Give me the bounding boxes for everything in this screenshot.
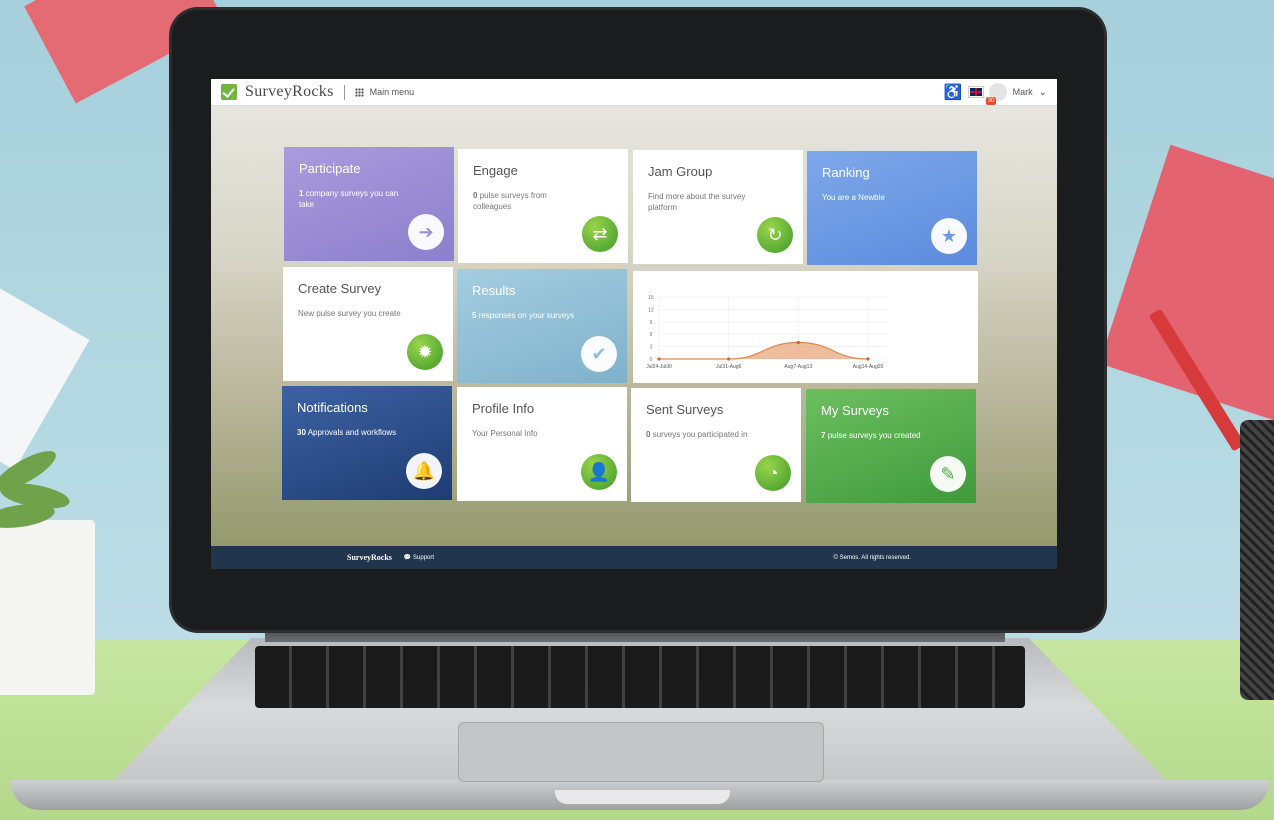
tile-description: Find more about the survey platform xyxy=(648,192,746,212)
tile-title: Ranking xyxy=(822,165,870,180)
create-survey-tile[interactable]: Create Survey New pulse survey you creat… xyxy=(283,267,453,381)
copyright: © Semos. All rights reserved. xyxy=(833,554,911,561)
data-point[interactable] xyxy=(796,340,800,345)
clock-icon[interactable]: ◔ xyxy=(755,455,791,491)
tile-count: 30 xyxy=(297,428,306,437)
profile-info-tile[interactable]: Profile Info Your Personal Info 👤 xyxy=(457,387,627,501)
results-tile[interactable]: Results 5 responses on your surveys ✔ xyxy=(457,269,627,383)
ranking-tile[interactable]: Ranking You are a Newbie ★ xyxy=(807,151,977,265)
cycle-icon[interactable]: ↻ xyxy=(757,217,793,253)
exchange-arrows-icon[interactable]: ⇄ xyxy=(582,216,618,252)
tile-title: Create Survey xyxy=(298,281,382,296)
tile-count: 5 xyxy=(472,311,477,320)
tile-description: 7 pulse surveys you created xyxy=(821,430,931,441)
x-tick-label: Aug14-Aug20 xyxy=(853,364,884,370)
trackpad xyxy=(458,722,824,782)
divider xyxy=(343,84,345,100)
tile-description: 30 Approvals and workflows xyxy=(297,427,407,438)
participate-tile[interactable]: Participate 1 company surveys you can ta… xyxy=(284,147,454,261)
main-menu-link[interactable]: Main menu xyxy=(370,87,415,97)
avatar[interactable]: 30 xyxy=(985,83,1007,105)
app-screen: SurveyRocks Main menu ♿ 30 Mark ⌄ Partic… xyxy=(211,79,1057,569)
tile-title: Results xyxy=(472,283,516,298)
bell-icon[interactable]: 🔔 xyxy=(406,453,442,489)
checkbox-logo-icon[interactable] xyxy=(221,84,237,100)
support-link[interactable]: 💬 Support xyxy=(404,554,434,561)
tile-title: Profile Info xyxy=(472,401,535,416)
notifications-tile[interactable]: Notifications 30 Approvals and workflows… xyxy=(282,386,452,500)
tile-text: responses on your surveys xyxy=(478,311,575,320)
plant-pot xyxy=(0,520,95,695)
data-point[interactable] xyxy=(727,357,731,361)
top-navbar: SurveyRocks Main menu ♿ 30 Mark ⌄ xyxy=(211,79,1057,106)
y-tick-label: 15 xyxy=(648,295,654,301)
tile-count: 0 xyxy=(646,430,651,439)
data-point[interactable] xyxy=(866,357,870,361)
tile-count: 1 xyxy=(299,189,304,198)
uk-flag-icon[interactable] xyxy=(967,86,984,98)
checkmark-icon[interactable]: ✔ xyxy=(581,336,617,372)
tile-title: Jam Group xyxy=(648,164,713,179)
user-name[interactable]: Mark xyxy=(1013,87,1033,97)
keyboard xyxy=(255,646,1025,708)
brand-name[interactable]: SurveyRocks xyxy=(245,83,334,101)
accessibility-icon[interactable]: ♿ xyxy=(944,83,963,101)
notification-badge: 30 xyxy=(985,97,997,105)
user-icon[interactable]: 👤 xyxy=(581,454,617,490)
y-tick-label: 6 xyxy=(650,332,653,338)
tile-count: 0 xyxy=(473,191,478,200)
laptop-notch xyxy=(555,790,730,804)
support-label: Support xyxy=(413,555,435,561)
sent-surveys-tile[interactable]: Sent Surveys 0 surveys you participated … xyxy=(631,388,801,502)
y-tick-label: 0 xyxy=(650,357,653,363)
footer-brand[interactable]: SurveyRocks xyxy=(347,553,392,562)
tile-text: pulse surveys you created xyxy=(827,431,921,440)
data-point[interactable] xyxy=(657,357,661,361)
arrow-right-icon[interactable]: ➔ xyxy=(408,214,444,250)
y-tick-label: 3 xyxy=(650,345,653,351)
tile-description: Your Personal Info xyxy=(472,429,538,438)
y-tick-label: 9 xyxy=(650,320,653,326)
tile-text: company surveys you can take xyxy=(299,189,399,209)
tile-description: 5 responses on your surveys xyxy=(472,310,582,321)
pencil-cup xyxy=(1240,420,1274,700)
footer: SurveyRocks 💬 Support © Semos. All right… xyxy=(211,546,1057,569)
engage-tile[interactable]: Engage 0 pulse surveys from colleagues ⇄ xyxy=(458,149,628,263)
tile-count: 7 xyxy=(821,431,826,440)
star-icon[interactable]: ★ xyxy=(931,218,967,254)
tile-description: 0 pulse surveys from colleagues xyxy=(473,190,583,212)
tile-description: 0 surveys you participated in xyxy=(646,429,756,440)
x-tick-label: Jul24-Jul30 xyxy=(646,364,672,370)
tile-description: 1 company surveys you can take xyxy=(299,188,409,210)
tile-description: You are a Newbie xyxy=(822,193,885,202)
edit-list-icon[interactable]: ✎ xyxy=(930,456,966,492)
tile-title: Notifications xyxy=(297,400,368,415)
grid-menu-icon[interactable] xyxy=(354,87,364,97)
responses-chart-tile: 0 3 6 9 12 15 Jul24-Jul30 Jul31-Aug6 Aug7-Aug13 A… xyxy=(633,271,978,383)
user-controls: ♿ 30 Mark ⌄ xyxy=(944,83,1047,105)
responses-chart: 0 3 6 9 12 15 Jul24-Jul30 Jul31-Aug6 Aug7-Aug13 A… xyxy=(646,295,888,370)
tile-text: pulse surveys from colleagues xyxy=(473,191,547,211)
tile-text: Approvals and workflows xyxy=(307,428,397,437)
y-tick-label: 12 xyxy=(648,307,654,313)
tile-title: Participate xyxy=(299,161,361,176)
tile-description: New pulse survey you create xyxy=(298,309,401,318)
tile-text: surveys you participated in xyxy=(652,430,748,439)
lightbulb-icon[interactable]: ✹ xyxy=(407,334,443,370)
tile-title: Sent Surveys xyxy=(646,402,724,417)
jam-group-tile[interactable]: Jam Group Find more about the survey pla… xyxy=(633,150,803,264)
chevron-down-icon[interactable]: ⌄ xyxy=(1039,87,1047,98)
tile-title: Engage xyxy=(473,163,518,178)
x-tick-label: Aug7-Aug13 xyxy=(784,364,812,370)
my-surveys-tile[interactable]: My Surveys 7 pulse surveys you created ✎ xyxy=(806,389,976,503)
tile-title: My Surveys xyxy=(821,403,889,418)
x-tick-label: Jul31-Aug6 xyxy=(716,364,742,370)
